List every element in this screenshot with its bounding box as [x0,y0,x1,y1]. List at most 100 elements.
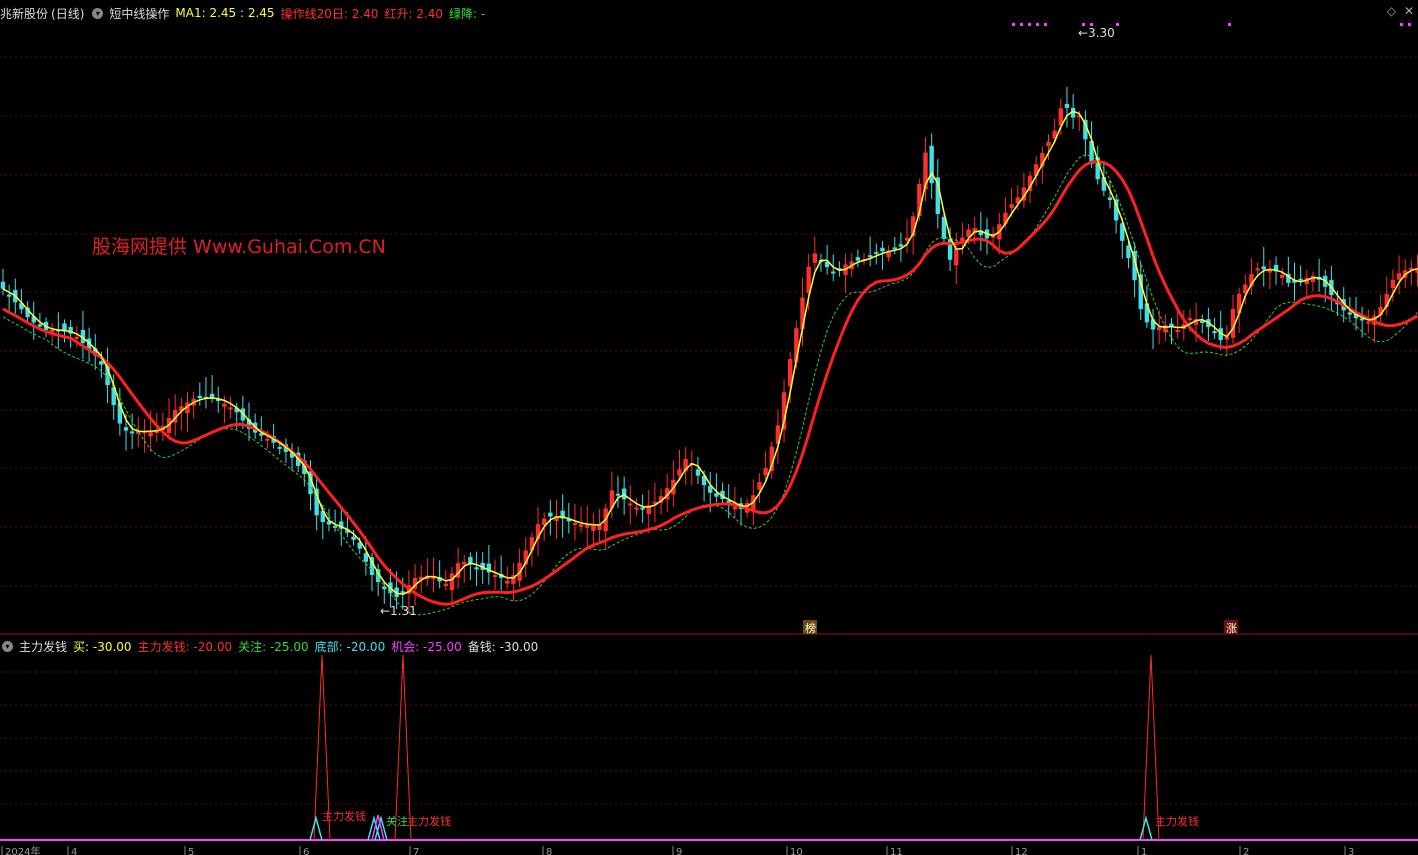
x-axis-label: 5 [188,847,194,855]
signal-dot [1116,23,1119,26]
x-axis-label: 7 [413,847,419,855]
candle-body [714,493,719,497]
candle-body [855,257,861,261]
candle-body [880,247,885,252]
main-spike [1142,654,1160,841]
x-axis-label: 3 [1348,847,1354,855]
candle-body [800,297,805,330]
candle-body [351,536,356,540]
candle-body [1366,321,1371,324]
signal-label: 关注 [386,814,408,828]
candle-body [640,507,645,510]
candle-body [695,469,701,476]
candle-body [37,324,43,327]
candle-body [462,561,467,565]
candle-body [1009,204,1014,209]
candle-body [1396,273,1402,280]
candle-body [1046,141,1051,147]
candle-body [197,395,202,398]
candle-body [99,361,104,365]
x-axis-label: 12 [1015,847,1028,855]
bottom-marker [309,815,323,841]
candle-body [492,575,498,577]
candle-body [591,525,596,531]
signal-dot [1028,23,1031,26]
candle-body [831,271,836,274]
candle-body [1107,197,1113,200]
signal-dot [1090,23,1093,26]
signal-dot [1400,23,1403,26]
x-axis-label: 6 [303,847,309,855]
candle-body [443,583,448,587]
event-badge-text: 涨 [1226,622,1237,635]
candle-body [1347,312,1353,315]
candle-body [277,446,282,449]
candle-body [449,573,455,591]
candle-body [1212,331,1217,334]
signal-dot [1082,23,1085,26]
candle-body [634,507,639,510]
candle-body [1157,327,1162,331]
candle-body [954,248,959,266]
event-badge-text: 榜 [805,621,816,635]
candle-body [474,567,479,570]
candle-body [1200,321,1205,324]
signal-label: 主力发钱 [407,814,451,828]
candle-body [1298,278,1303,281]
candle-body [228,407,233,410]
candle-body [757,481,762,490]
candle-body [812,253,817,263]
high-price-label: ←3.30 [1078,26,1115,40]
signal-dot [1408,23,1411,26]
candle-body [1267,270,1273,273]
candle-body [129,431,135,434]
signal-label: 主力发钱 [322,809,366,823]
ops-line-20d [2,159,1418,606]
x-axis-label: 2 [1243,847,1249,855]
x-axis-label: 9 [676,847,682,855]
bottom-marker [1139,815,1153,841]
signal-dot [1044,23,1047,26]
candle-body [74,336,79,339]
x-axis-label: 1 [1141,847,1147,855]
signal-dot [1012,23,1015,26]
candle-body [548,512,553,517]
candle-body [929,145,934,184]
x-axis-label: 11 [890,847,903,855]
candle-body [763,467,768,475]
x-axis-label: 10 [790,847,803,855]
candle-body [585,525,590,528]
candle-body [677,469,682,476]
candle-body [1261,266,1266,270]
trend-dashed-line [2,154,1418,616]
candle-body [898,244,904,247]
signal-dot [1228,23,1231,26]
candle-body [123,427,129,431]
stock-chart[interactable]: ←3.30←1.31榜 涨主力发钱 关注 主力发钱 主力发钱2024年 4 5 6 7 8 9 10 1… [0,0,1418,855]
candle-body [874,252,879,255]
candle-body [1280,274,1285,278]
candle-body [265,438,270,441]
candle-body [867,255,873,258]
ma1-line [2,110,1418,596]
signal-dot [1036,23,1039,26]
x-axis-label: 4 [71,847,77,855]
main-spike [394,654,412,841]
candle-body [1064,104,1070,108]
candle-body [578,524,584,527]
candle-body [1390,279,1396,289]
candle-body [892,247,897,250]
candle-body [6,294,12,297]
candle-body [732,506,738,510]
candle-body [222,403,227,407]
signal-label: 主力发钱 [1155,814,1199,828]
candle-body [505,580,510,584]
x-axis-label: 8 [546,847,552,855]
candle-body [572,522,578,525]
candle-body [1175,329,1180,332]
candle-body [1255,268,1260,271]
candle-body [1187,318,1193,321]
candle-body [628,503,633,506]
x-axis-label: 2024年 [5,845,40,855]
signal-dot [1020,23,1023,26]
